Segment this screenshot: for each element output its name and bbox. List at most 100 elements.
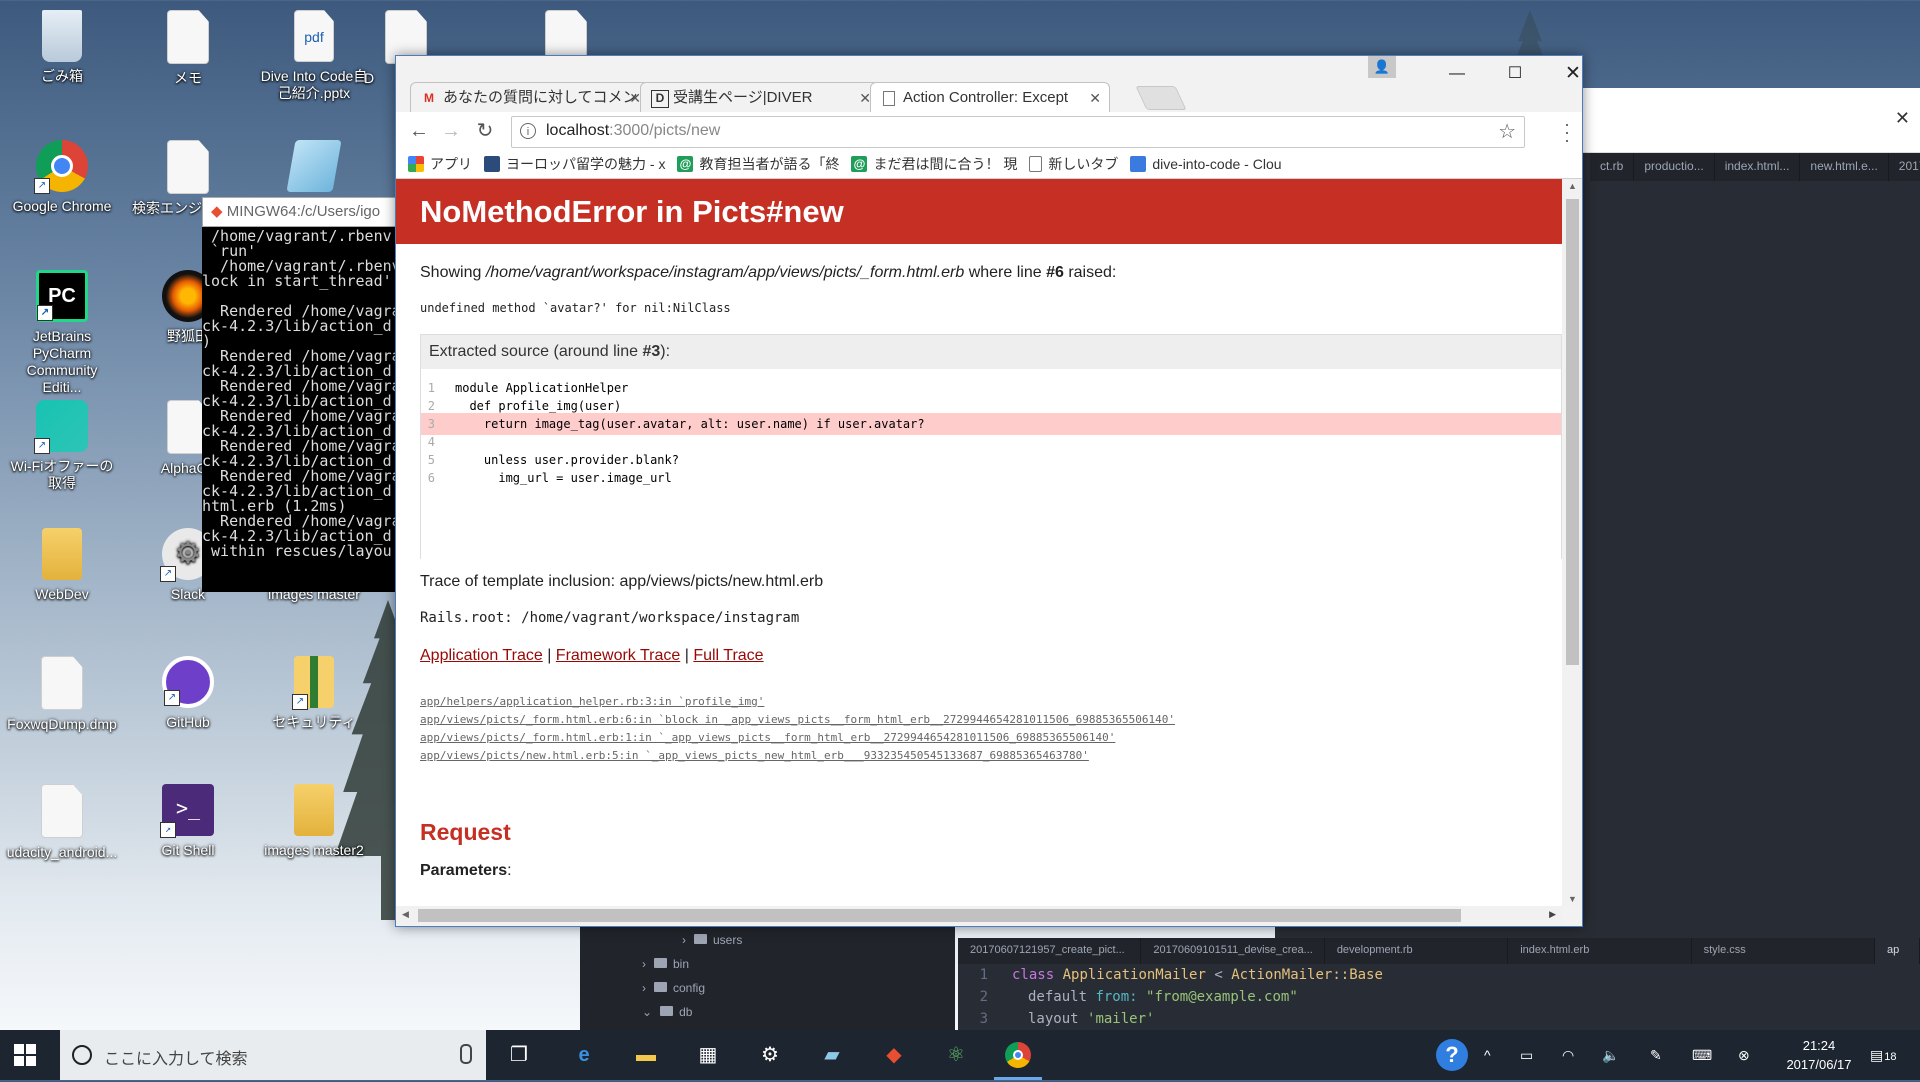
- edge-icon[interactable]: e: [568, 1039, 600, 1071]
- desktop-icon-pycharm[interactable]: PC ↗ JetBrains PyCharm Community Editi...: [6, 270, 118, 396]
- tab-close-icon[interactable]: ✕: [1089, 83, 1101, 112]
- browser-tab[interactable]: M あなたの質問に対してコメント ✕: [410, 82, 650, 112]
- reload-button[interactable]: ↻: [472, 118, 498, 144]
- full-trace-link[interactable]: Full Trace: [693, 647, 763, 664]
- minimize-button[interactable]: —: [1434, 58, 1480, 92]
- editor-tab[interactable]: development.rb: [1325, 938, 1509, 964]
- desktop-icon-github[interactable]: ↗ GitHub: [132, 656, 244, 731]
- microphone-icon[interactable]: [460, 1044, 472, 1064]
- terminal-titlebar[interactable]: ◆ MINGW64:/c/Users/igo: [202, 197, 400, 227]
- editor-tab[interactable]: 20170609101511_devise_crea...: [1141, 938, 1325, 964]
- desktop-icon-security[interactable]: ↗ セキュリティ: [258, 656, 370, 731]
- scroll-down-icon[interactable]: ▼: [1568, 894, 1577, 904]
- bookmark-item[interactable]: アプリ: [408, 154, 472, 174]
- tree-item[interactable]: › users: [682, 933, 742, 947]
- chrome-window[interactable]: M あなたの質問に対してコメント ✕ D 受講生ページ|DIVER ✕ Acti…: [395, 55, 1583, 927]
- scroll-thumb[interactable]: [418, 909, 1461, 922]
- bookmark-item[interactable]: dive-into-code - Clou: [1130, 156, 1282, 172]
- trace-link[interactable]: app/views/picts/_form.html.erb:6:in `blo…: [420, 713, 1175, 726]
- chrome-menu-icon[interactable]: · · ·: [1564, 115, 1570, 149]
- windows-start-button[interactable]: [14, 1044, 36, 1066]
- file-explorer-icon[interactable]: ▬: [630, 1039, 662, 1071]
- help-icon[interactable]: ?: [1436, 1030, 1468, 1080]
- close-window-button[interactable]: ✕: [1550, 58, 1582, 92]
- desktop-icon-webdev[interactable]: WebDev: [6, 528, 118, 603]
- application-trace-link[interactable]: Application Trace: [420, 647, 543, 664]
- git-taskbar-icon[interactable]: ◆: [878, 1039, 910, 1071]
- notepad-taskbar-icon[interactable]: ▰: [816, 1039, 848, 1071]
- editor-tab[interactable]: index.html...: [1715, 153, 1801, 181]
- trace-link[interactable]: app/helpers/application_helper.rb:3:in `…: [420, 695, 764, 708]
- tree-item[interactable]: › bin: [642, 957, 689, 971]
- terminal-output[interactable]: /home/vagrant/.rbenv `run' /home/vagrant…: [202, 227, 400, 589]
- taskbar-search[interactable]: ここに入力して検索: [60, 1030, 486, 1080]
- editor-tab[interactable]: 20170607121957_create_pict...: [958, 938, 1142, 964]
- desktop-icon-google-chrome[interactable]: ↗ Google Chrome: [6, 140, 118, 215]
- framework-trace-link[interactable]: Framework Trace: [556, 647, 680, 664]
- vertical-scrollbar[interactable]: ▲ ▼: [1563, 179, 1582, 906]
- desktop-icon-memo[interactable]: メモ: [132, 10, 244, 87]
- user-profile-icon[interactable]: 👤: [1368, 56, 1396, 78]
- desktop-icon-images-master2[interactable]: images master2: [258, 784, 370, 859]
- pen-icon[interactable]: ✎: [1650, 1030, 1662, 1080]
- desktop-icon-udacity[interactable]: udacity_android...: [6, 784, 118, 861]
- scroll-left-icon[interactable]: ◀: [402, 909, 409, 920]
- editor-tab[interactable]: ct.rb: [1590, 153, 1635, 181]
- shortcut-arrow-icon: ↗: [292, 694, 308, 710]
- tree-item[interactable]: › config: [642, 981, 705, 995]
- desktop-icon-notepad[interactable]: [258, 140, 370, 198]
- desktop-icon-git-shell[interactable]: >_ ↗ Git Shell: [132, 784, 244, 859]
- browser-tab[interactable]: D 受講生ページ|DIVER ✕: [640, 82, 880, 112]
- chrome-taskbar-icon[interactable]: [994, 1039, 1042, 1080]
- editor-tab[interactable]: index.html.erb: [1508, 938, 1692, 964]
- slack-taskbar-icon[interactable]: ⚙: [754, 1039, 786, 1071]
- ime-off-icon[interactable]: ⊗: [1738, 1030, 1750, 1080]
- action-center-icon[interactable]: ▤18: [1870, 1030, 1896, 1080]
- chrome-titlebar[interactable]: M あなたの質問に対してコメント ✕ D 受講生ページ|DIVER ✕ Acti…: [396, 56, 1582, 112]
- scroll-right-icon[interactable]: ▶: [1549, 909, 1556, 920]
- editor-tab[interactable]: ap: [1875, 938, 1920, 964]
- editor-tab[interactable]: style.css: [1692, 938, 1876, 964]
- maximize-button[interactable]: ☐: [1492, 58, 1538, 92]
- horizontal-scrollbar[interactable]: ◀ ▶: [396, 906, 1562, 925]
- keyboard-icon[interactable]: ⌨: [1692, 1030, 1712, 1080]
- editor-tab[interactable]: new.html.e...: [1800, 153, 1889, 181]
- chevron-icon: ›: [642, 981, 646, 995]
- show-hidden-icons[interactable]: ^: [1484, 1030, 1491, 1080]
- editor-tab[interactable]: productio...: [1634, 153, 1715, 181]
- scroll-up-icon[interactable]: ▲: [1568, 181, 1577, 191]
- info-icon[interactable]: i: [520, 123, 536, 139]
- bookmark-item[interactable]: ヨーロッパ留学の魅力 - x: [484, 154, 665, 174]
- browser-tab-active[interactable]: Action Controller: Except ✕: [870, 82, 1110, 112]
- task-view-icon[interactable]: ❐: [503, 1039, 535, 1071]
- desktop-icon-pptx[interactable]: pdf Dive Into Code自己紹介.pptx: [258, 10, 370, 102]
- atom-icon[interactable]: ⚛: [940, 1039, 972, 1071]
- tree-item[interactable]: ⌄ db: [642, 1005, 692, 1019]
- bookmark-item[interactable]: @ 教育担当者が語る「終: [677, 154, 839, 174]
- clock[interactable]: 21:24 2017/06/17: [1784, 1036, 1854, 1074]
- close-icon[interactable]: ✕: [1895, 108, 1910, 129]
- bookmark-item[interactable]: @ まだ君は間に合う！ 現: [851, 154, 1017, 174]
- wifi-tray-icon[interactable]: ◠: [1562, 1030, 1574, 1080]
- mingw-terminal-window[interactable]: ◆ MINGW64:/c/Users/igo /home/vagrant/.rb…: [202, 197, 400, 592]
- forward-button[interactable]: →: [438, 118, 464, 144]
- scroll-thumb[interactable]: [1566, 199, 1579, 665]
- address-bar[interactable]: i localhost:3000/picts/new ☆: [511, 116, 1525, 148]
- desktop-icon-foxwqdump[interactable]: FoxwqDump.dmp: [6, 656, 118, 733]
- volume-icon[interactable]: 🔈: [1602, 1030, 1619, 1080]
- pdf-file-icon: pdf: [294, 10, 334, 62]
- desktop-icon-recycle-bin[interactable]: ごみ箱: [6, 10, 118, 85]
- trace-link[interactable]: app/views/picts/new.html.erb:5:in `_app_…: [420, 749, 1089, 762]
- bookmark-item[interactable]: 新しいタブ: [1029, 154, 1118, 174]
- editor-tab[interactable]: 2017: [1889, 153, 1920, 181]
- shortcut-arrow-icon: ↗: [34, 438, 50, 454]
- desktop-icon-wifi-offer[interactable]: ↗ Wi-Fiオファーの取得: [6, 400, 118, 492]
- store-icon[interactable]: ▦: [692, 1039, 724, 1071]
- back-button[interactable]: ←: [406, 118, 432, 144]
- new-tab-button[interactable]: [1135, 86, 1187, 110]
- bookmark-star-icon[interactable]: ☆: [1498, 119, 1516, 144]
- editor-file-tree[interactable]: top›users›bin›config⌄db: [580, 909, 955, 1040]
- trace-link[interactable]: app/views/picts/_form.html.erb:1:in `_ap…: [420, 731, 1115, 744]
- editor-code[interactable]: 1 class ApplicationMailer < ActionMailer:…: [958, 964, 1920, 1039]
- battery-icon[interactable]: ▭: [1520, 1030, 1533, 1080]
